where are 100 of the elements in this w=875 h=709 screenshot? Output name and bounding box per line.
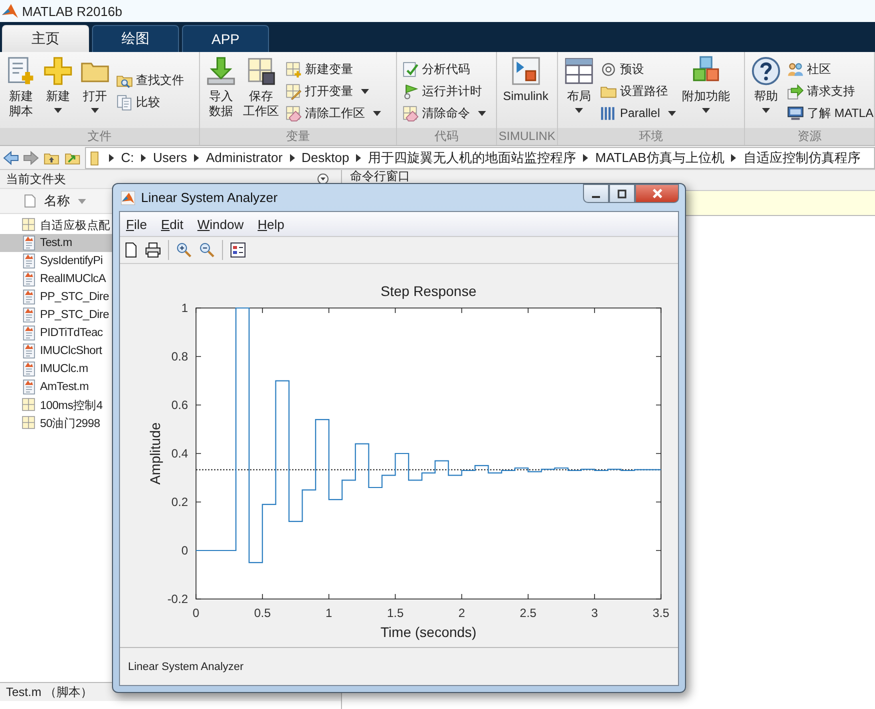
data-file-icon (21, 217, 37, 233)
eraser-icon (285, 104, 302, 122)
maximize-icon (617, 188, 627, 198)
section-label: 代码 (397, 128, 496, 145)
path-segment[interactable]: C: (121, 150, 134, 165)
matlab-logo-icon (121, 190, 135, 204)
path-segment[interactable]: 用于四旋翼无人机的地面站监控程序 (368, 148, 576, 166)
caret-icon (575, 108, 583, 113)
path-segment[interactable]: MATLAB仿真与上位机 (595, 148, 724, 166)
toolstrip-button[interactable]: 了解 MATLA (785, 104, 875, 122)
toolstrip-button[interactable]: 保存 工作区 (240, 54, 282, 128)
tick-label: 0.8 (171, 350, 188, 364)
toolstrip-button[interactable]: 请求支持 (785, 82, 875, 100)
chevron-icon (109, 154, 114, 162)
ribbon-tab[interactable]: 绘图 (92, 25, 179, 52)
tick-label: 0.4 (171, 446, 188, 460)
chevron-icon (356, 154, 362, 162)
path-segment[interactable]: 自适应控制仿真程序 (743, 148, 860, 166)
sort-caret-icon (78, 198, 86, 204)
path-segment[interactable]: Administrator (206, 150, 283, 165)
toolstrip-button[interactable]: Parallel (598, 104, 678, 122)
file-row[interactable]: 100ms控制4 (0, 396, 112, 414)
grid-pencil-icon (285, 82, 302, 100)
tick-label: 0 (181, 544, 188, 558)
printer-icon[interactable] (145, 242, 161, 258)
file-row[interactable]: PP_STC_Dire (0, 306, 112, 324)
documents-icon (116, 94, 133, 110)
toolstrip-button[interactable]: 帮助 (748, 54, 784, 128)
script-file-icon (21, 325, 37, 341)
file-row[interactable]: 自适应极点配 (0, 216, 112, 234)
toolstrip-button[interactable]: Simulink (500, 54, 552, 128)
file-row[interactable]: IMUClc.m (0, 360, 112, 378)
x-axis-label: Time (seconds) (380, 624, 476, 640)
toolstrip-button[interactable]: 新建 脚本 (3, 54, 39, 128)
file-row[interactable]: PP_STC_Dire (0, 288, 112, 306)
close-button[interactable] (635, 184, 679, 203)
chevron-icon (194, 154, 199, 162)
help-icon (751, 56, 781, 86)
toolstrip-button[interactable]: 查找文件 (114, 70, 186, 90)
file-row[interactable]: Test.m (0, 234, 112, 252)
script-file-icon (21, 289, 37, 305)
download-icon (206, 56, 236, 86)
people-icon (787, 60, 804, 78)
document-icon (24, 194, 36, 208)
caret-icon (478, 110, 486, 116)
tick-label: 2 (458, 606, 466, 620)
tick-label: 0.6 (171, 398, 188, 412)
file-row[interactable]: 50油门2998 (0, 414, 112, 432)
chevron-icon (583, 154, 588, 162)
caret-icon (668, 110, 676, 116)
toolstrip-button[interactable]: 打开 (77, 54, 113, 128)
menu-item[interactable]: Help (258, 216, 284, 232)
menu-item[interactable]: Edit (160, 216, 184, 232)
toolstrip-button[interactable]: 清除命令 (400, 104, 488, 122)
tick-label: 2.5 (520, 606, 536, 620)
ribbon-tab[interactable]: 主页 (2, 25, 89, 52)
tick-label: 0.2 (171, 495, 188, 509)
forward-arrow-icon[interactable] (23, 150, 39, 166)
new-document-icon[interactable] (124, 242, 138, 258)
toolstrip-button[interactable]: 设置路径 (598, 82, 678, 100)
minimize-button[interactable] (583, 184, 609, 203)
toolstrip-button[interactable]: 布局 (561, 54, 597, 128)
chevron-icon (141, 154, 146, 162)
toolstrip-button[interactable]: 新建 (40, 54, 76, 128)
file-row[interactable]: IMUClcShort (0, 342, 112, 360)
toolstrip-button[interactable]: 社区 (785, 60, 875, 78)
file-row[interactable]: RealIMUClcA (0, 270, 112, 288)
path-segment[interactable]: Users (153, 150, 187, 165)
grid-plus-icon (285, 60, 302, 78)
menu-item[interactable]: File (126, 216, 147, 232)
legend-icon[interactable] (230, 242, 246, 258)
toolstrip-button[interactable]: 导入 数据 (203, 54, 239, 128)
toolstrip-button[interactable]: 附加功能 (679, 54, 734, 128)
settings-icon (600, 60, 617, 78)
caret-icon (361, 88, 369, 94)
column-header[interactable]: 名称 (44, 192, 70, 210)
toolstrip-button[interactable]: 比较 (114, 92, 186, 112)
file-row[interactable]: PIDTiTdTeac (0, 324, 112, 342)
chart-title: Step Response (380, 283, 476, 299)
zoom-in-icon[interactable] (176, 242, 192, 258)
toolstrip-button[interactable]: 运行并计时 (400, 82, 488, 100)
toolstrip-button[interactable]: 分析代码 (400, 60, 488, 78)
path-field[interactable]: C: Users Administrator Desktop 用于四旋翼无人机的地面站监控程序 MATLAB仿真与上位机 自适应控制仿真程序 (85, 146, 875, 168)
file-row[interactable]: SysIdentifyPi (0, 252, 112, 270)
ribbon-tab[interactable]: APP (182, 25, 269, 52)
matlab-logo-icon (2, 3, 18, 19)
toolstrip-button[interactable]: 打开变量 (283, 82, 383, 100)
path-segment[interactable]: Desktop (302, 150, 350, 165)
toolstrip-button[interactable]: 清除工作区 (283, 104, 383, 122)
toolstrip-button[interactable]: 预设 (598, 60, 678, 78)
menu-item[interactable]: Window (197, 216, 244, 232)
section-label: SIMULINK (497, 128, 557, 145)
maximize-button[interactable] (609, 184, 635, 203)
caret-icon (702, 108, 710, 113)
zoom-out-icon[interactable] (199, 242, 215, 258)
toolstrip-button[interactable]: 新建变量 (283, 60, 383, 78)
section-label: 资源 (745, 128, 874, 145)
file-row[interactable]: AmTest.m (0, 378, 112, 396)
back-arrow-icon[interactable] (3, 150, 19, 166)
script-file-icon (21, 253, 37, 269)
